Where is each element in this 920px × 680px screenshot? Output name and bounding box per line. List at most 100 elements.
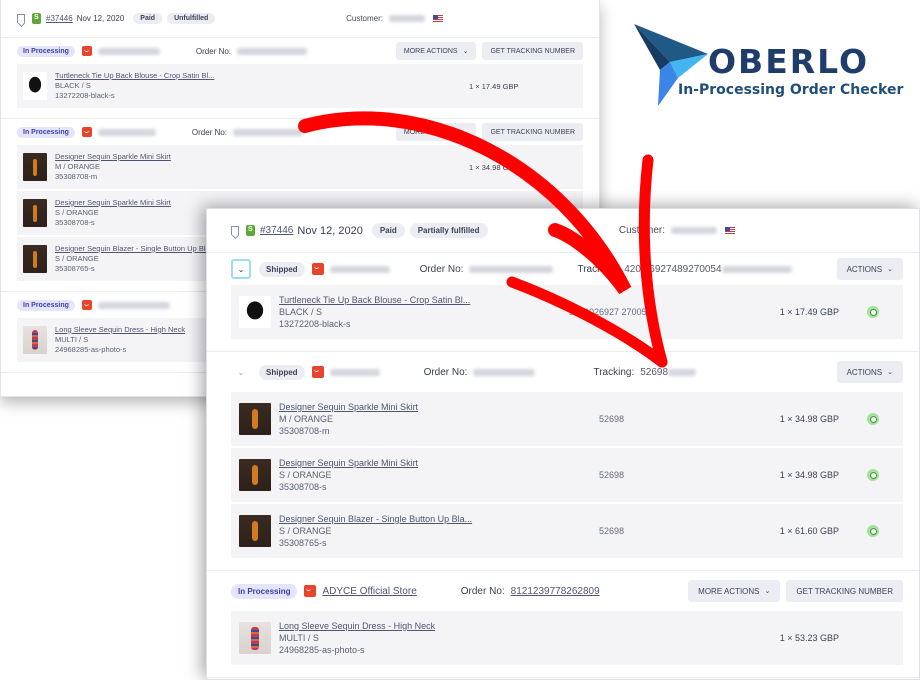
order-no-blurred[interactable] (233, 128, 304, 136)
order-number-link[interactable]: #37446 (46, 14, 73, 23)
order-number-link[interactable]: #37446 (260, 225, 293, 236)
get-tracking-number-button[interactable]: GET TRACKING NUMBER (786, 580, 903, 602)
product-title-link[interactable]: Designer Sequin Sparkle Mini Skirt (55, 198, 171, 208)
product-title-link[interactable]: Designer Sequin Sparkle Mini Skirt (55, 152, 171, 162)
order-header: #37446 Nov 12, 2020 Paid Unfulfilled Cus… (1, 0, 599, 38)
product-sku: 35308708-m (55, 172, 98, 182)
product-thumbnail (23, 72, 47, 100)
order-no-link[interactable]: 8121239778262809 (511, 586, 600, 597)
line-item: Turtleneck Tie Up Back Blouse - Crop Sat… (17, 64, 583, 108)
store-name-blurred[interactable] (97, 301, 170, 309)
product-sku: 35308765-s (55, 264, 95, 274)
chevron-down-icon: ⌄ (237, 264, 245, 274)
collapse-toggle[interactable]: ⌄ (231, 259, 251, 279)
store-name-blurred[interactable] (329, 265, 390, 273)
product-price: 1 × 34.98 GBP (779, 470, 839, 480)
product-title-link[interactable]: Long Sleeve Sequin Dress - High Neck (279, 620, 435, 632)
aliexpress-icon (304, 585, 317, 597)
item-tracking-number: 52698 (599, 526, 625, 536)
check-circle-icon (867, 525, 879, 537)
product-sku: 24968285-as-photo-s (55, 345, 127, 355)
customer-label: Customer: (618, 225, 665, 236)
tracking-number: 52698 (640, 366, 669, 378)
order-no-label: Order No: (195, 46, 232, 56)
bookmark-icon[interactable] (231, 226, 239, 235)
product-sku: 24968285-as-photo-s (279, 645, 365, 656)
supplier-order-section: In Processing Order No: MORE ACTIONS ⌄ GE… (1, 38, 599, 119)
product-title-link[interactable]: Turtleneck Tie Up Back Blouse - Crop Sat… (279, 294, 470, 306)
chevron-down-icon: ⌄ (764, 588, 771, 595)
actions-button[interactable]: ACTIONS ⌄ (836, 258, 903, 280)
actions-button[interactable]: ACTIONS ⌄ (836, 361, 903, 383)
product-variant: BLACK / S (55, 80, 91, 90)
product-thumbnail (239, 622, 271, 654)
aliexpress-icon (311, 366, 324, 378)
product-title-link[interactable]: Designer Sequin Sparkle Mini Skirt (279, 457, 418, 469)
supplier-order-section: ⌄ Shipped Order No: Tracking: 4205 69274… (207, 253, 919, 352)
aliexpress-icon (81, 46, 92, 56)
product-title-link[interactable]: Designer Sequin Sparkle Mini Skirt (279, 401, 418, 413)
oberlo-logo: OBERLO In-Processing Order Checker (630, 18, 910, 108)
product-variant: BLACK / S (279, 306, 323, 317)
product-variant: MULTI / S (279, 632, 319, 643)
more-actions-button[interactable]: MORE ACTIONS ⌄ (395, 42, 477, 60)
product-title-link[interactable]: Turtleneck Tie Up Back Blouse - Crop Sat… (55, 71, 214, 81)
supplier-order-section: ⌄ Shipped Order No: Tracking: 52698 ACTI… (207, 352, 919, 571)
tracking-number: 4205 6927489270054 (624, 263, 722, 275)
line-item: Designer Sequin Blazer - Single Button U… (231, 504, 903, 558)
product-sku: 13272208-black-s (55, 91, 115, 101)
line-item: Designer Sequin Sparkle Mini Skirt M / O… (17, 145, 583, 189)
line-item: Designer Sequin Sparkle Mini Skirt S / O… (231, 448, 903, 502)
bookmark-icon[interactable] (17, 14, 25, 23)
product-title-link[interactable]: Designer Sequin Blazer - Single Button U… (55, 244, 216, 254)
store-name-blurred[interactable] (97, 47, 160, 55)
line-item: Turtleneck Tie Up Back Blouse - Crop Sat… (231, 285, 903, 339)
order-no-label: Order No: (419, 263, 464, 275)
chevron-down-icon: ⌄ (462, 129, 469, 136)
product-thumbnail (239, 515, 271, 547)
aliexpress-icon (81, 300, 92, 310)
customer-name-blurred[interactable] (671, 227, 717, 234)
us-flag-icon (725, 227, 735, 234)
get-tracking-number-button[interactable]: GET TRACKING NUMBER (482, 123, 583, 141)
product-sku: 35308708-s (55, 218, 95, 228)
check-circle-icon (867, 306, 879, 318)
product-title-link[interactable]: Designer Sequin Blazer - Single Button U… (279, 513, 472, 525)
status-badge: In Processing (17, 45, 75, 57)
product-price: 1 × 53.23 GBP (779, 633, 839, 643)
order-no-blurred[interactable] (237, 47, 308, 55)
payment-status-badge: Paid (371, 223, 405, 238)
order-date: Nov 12, 2020 (297, 224, 363, 237)
product-sku: 13272208-black-s (279, 319, 351, 330)
chevron-down-icon: ⌄ (887, 369, 893, 376)
more-actions-button[interactable]: MORE ACTIONS ⌄ (688, 580, 781, 602)
product-price: 1 × 34.98 GBP (469, 162, 519, 172)
status-badge: Shipped (259, 364, 305, 380)
order-no-blurred[interactable] (473, 368, 536, 376)
store-name-link[interactable]: ADYCE Official Store (322, 586, 416, 597)
product-thumbnail (23, 153, 47, 181)
shopify-icon (32, 13, 41, 24)
order-no-label: Order No: (423, 366, 468, 378)
customer-name-blurred[interactable] (389, 15, 425, 22)
order-card-partially-fulfilled: #37446 Nov 12, 2020 Paid Partially fulfi… (206, 208, 920, 680)
chevron-down-icon: ⌄ (887, 266, 893, 273)
aliexpress-icon (311, 263, 324, 275)
product-price: 1 × 34.98 GBP (779, 414, 839, 424)
status-badge: Shipped (259, 261, 305, 277)
brand-tagline: In-Processing Order Checker (678, 82, 904, 98)
product-title-link[interactable]: Long Sleeve Sequin Dress - High Neck (55, 325, 185, 335)
store-name-blurred[interactable] (329, 368, 380, 376)
product-variant: S / ORANGE (279, 469, 332, 480)
status-badge: In Processing (17, 126, 75, 138)
shopify-icon (246, 225, 255, 236)
product-price: 1 × 61.60 GBP (779, 526, 839, 536)
expand-toggle[interactable]: ⌄ (231, 368, 251, 377)
order-no-blurred[interactable] (469, 265, 554, 273)
more-actions-button[interactable]: MORE ACTIONS ⌄ (395, 123, 477, 141)
brand-name: OBERLO (708, 42, 870, 81)
product-variant: S / ORANGE (55, 207, 99, 217)
order-no-label: Order No: (191, 127, 228, 137)
store-name-blurred[interactable] (97, 128, 156, 136)
get-tracking-number-button[interactable]: GET TRACKING NUMBER (482, 42, 583, 60)
